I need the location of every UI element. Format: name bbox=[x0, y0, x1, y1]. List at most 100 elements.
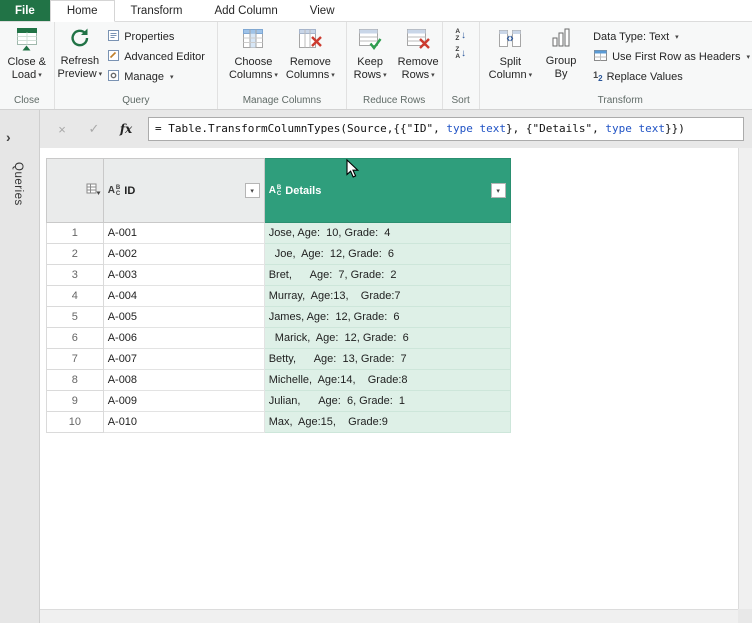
row-number[interactable]: 6 bbox=[46, 327, 104, 349]
cell-details[interactable]: Joe, Age: 12, Grade: 6 bbox=[263, 243, 511, 265]
refresh-preview-button[interactable]: Refresh Preview ▾ bbox=[57, 23, 104, 81]
row-number[interactable]: 9 bbox=[46, 390, 104, 412]
replace-values-icon: 12 bbox=[593, 69, 603, 84]
cell-details[interactable]: Murray, Age:13, Grade:7 bbox=[263, 285, 511, 307]
cell-details[interactable]: Betty, Age: 13, Grade: 7 bbox=[263, 348, 511, 370]
dropdown-caret-icon: ▾ bbox=[675, 33, 679, 41]
row-number[interactable]: 3 bbox=[46, 264, 104, 286]
expand-queries-pane-icon[interactable]: › bbox=[6, 130, 11, 144]
sort-ascending-button[interactable]: AZ ↓ bbox=[455, 28, 466, 42]
cell-id[interactable]: A-003 bbox=[102, 264, 265, 286]
close-load-label: Close & bbox=[7, 56, 47, 68]
row-number[interactable]: 8 bbox=[46, 369, 104, 391]
group-by-button[interactable]: Group By bbox=[539, 23, 583, 80]
column-header-details[interactable]: ABC Details ▾ bbox=[263, 158, 511, 223]
keep-rows-button[interactable]: Keep Rows ▾ bbox=[348, 23, 392, 82]
cell-details[interactable]: Marick, Age: 12, Grade: 6 bbox=[263, 327, 511, 349]
cell-id[interactable]: A-004 bbox=[102, 285, 265, 307]
properties-button[interactable]: Properties bbox=[107, 28, 174, 45]
tab-view[interactable]: View bbox=[294, 0, 351, 21]
table-row: 6 A-006 Marick, Age: 12, Grade: 6 bbox=[46, 327, 511, 349]
tab-home[interactable]: Home bbox=[49, 0, 115, 22]
cell-id[interactable]: A-006 bbox=[102, 327, 265, 349]
choose-columns-icon bbox=[240, 26, 266, 54]
row-number[interactable]: 2 bbox=[46, 243, 104, 265]
cell-id[interactable]: A-007 bbox=[102, 348, 265, 370]
manage-icon bbox=[107, 69, 120, 85]
text-type-icon: ABC bbox=[107, 184, 121, 197]
close-and-load-button[interactable]: Close & Load ▾ bbox=[5, 23, 49, 82]
select-all-corner-button[interactable] bbox=[46, 158, 104, 223]
ribbon: Close & Load ▾ Close Refresh Preview ▾ Prope… bbox=[0, 22, 752, 110]
fx-icon: fx bbox=[119, 122, 133, 136]
tab-add-column[interactable]: Add Column bbox=[198, 0, 293, 21]
data-type-dropdown[interactable]: Data Type: Text ▾ bbox=[593, 28, 679, 45]
group-label-sort: Sort bbox=[451, 95, 470, 106]
ribbon-group-transform: Split Column ▾ Group By Data Type: Text ▾ bbox=[480, 22, 752, 109]
formula-input[interactable]: = Table.TransformColumnTypes(Source,{{"I… bbox=[148, 117, 744, 141]
tab-file[interactable]: File bbox=[0, 0, 50, 21]
group-label-transform: Transform bbox=[597, 95, 643, 106]
tab-transform[interactable]: Transform bbox=[115, 0, 199, 21]
sort-arrow-icon: ↓ bbox=[461, 48, 467, 59]
advanced-editor-button[interactable]: Advanced Editor bbox=[107, 48, 205, 65]
ribbon-group-sort: AZ ↓ ZA ↓ Sort bbox=[443, 22, 480, 109]
cell-id[interactable]: A-010 bbox=[102, 411, 265, 433]
text-type-icon: ABC bbox=[268, 184, 282, 197]
row-number[interactable]: 7 bbox=[46, 348, 104, 370]
queries-pane-label[interactable]: Queries bbox=[12, 162, 24, 206]
close-and-load-icon bbox=[14, 26, 40, 54]
ribbon-group-query: Refresh Preview ▾ Properties Advanced Edit… bbox=[55, 22, 219, 109]
cell-details[interactable]: Michelle, Age:14, Grade:8 bbox=[263, 369, 511, 391]
split-column-button[interactable]: Split Column ▾ bbox=[488, 23, 533, 82]
first-row-headers-icon bbox=[593, 49, 608, 65]
sort-az-icon: AZ bbox=[455, 28, 461, 42]
column-header-id[interactable]: ABC ID ▾ bbox=[102, 158, 265, 223]
table-row: 2 A-002 Joe, Age: 12, Grade: 6 bbox=[46, 243, 511, 265]
table-row: 9 A-009 Julian, Age: 6, Grade: 1 bbox=[46, 390, 511, 412]
discard-formula-icon[interactable]: × bbox=[54, 122, 70, 137]
sort-za-icon: ZA bbox=[455, 46, 461, 60]
cell-id[interactable]: A-001 bbox=[102, 222, 265, 244]
row-number[interactable]: 5 bbox=[46, 306, 104, 328]
refresh-icon bbox=[68, 26, 92, 53]
cell-id[interactable]: A-005 bbox=[102, 306, 265, 328]
manage-button[interactable]: Manage ▾ bbox=[107, 68, 173, 85]
column-name: ID bbox=[124, 184, 136, 197]
cell-details[interactable]: Bret, Age: 7, Grade: 2 bbox=[263, 264, 511, 286]
group-label-manage-columns: Manage Columns bbox=[242, 95, 322, 106]
sort-descending-button[interactable]: ZA ↓ bbox=[455, 46, 467, 60]
table-row: 1 A-001 Jose, Age: 10, Grade: 4 bbox=[46, 222, 511, 244]
choose-columns-button[interactable]: Choose Columns ▾ bbox=[228, 23, 279, 82]
cell-id[interactable]: A-009 bbox=[102, 390, 265, 412]
editor-content: › Queries × ✓ fx = Table.TransformColumn… bbox=[0, 110, 752, 623]
row-number[interactable]: 1 bbox=[46, 222, 104, 244]
preview-canvas: ABC ID ▾ ABC Details ▾ 1 A-001 Jose, Age… bbox=[40, 148, 738, 609]
table-row: 3 A-003 Bret, Age: 7, Grade: 2 bbox=[46, 264, 511, 286]
dropdown-caret-icon: ▾ bbox=[746, 53, 750, 61]
row-number[interactable]: 10 bbox=[46, 411, 104, 433]
queries-pane-collapsed[interactable]: › Queries bbox=[0, 110, 40, 623]
group-label-reduce-rows: Reduce Rows bbox=[363, 95, 426, 106]
replace-values-button[interactable]: 12 Replace Values bbox=[593, 68, 683, 85]
row-number[interactable]: 4 bbox=[46, 285, 104, 307]
cell-details[interactable]: Max, Age:15, Grade:9 bbox=[263, 411, 511, 433]
use-first-row-as-headers-button[interactable]: Use First Row as Headers ▾ bbox=[593, 48, 750, 65]
vertical-scrollbar[interactable] bbox=[738, 148, 752, 609]
commit-formula-icon[interactable]: ✓ bbox=[86, 121, 102, 137]
table-row: 7 A-007 Betty, Age: 13, Grade: 7 bbox=[46, 348, 511, 370]
dropdown-caret-icon: ▾ bbox=[38, 71, 42, 79]
dropdown-caret-icon: ▾ bbox=[274, 71, 278, 79]
horizontal-scrollbar[interactable] bbox=[40, 609, 738, 623]
cell-details[interactable]: James, Age: 12, Grade: 6 bbox=[263, 306, 511, 328]
cell-details[interactable]: Julian, Age: 6, Grade: 1 bbox=[263, 390, 511, 412]
table-menu-icon bbox=[86, 183, 101, 195]
properties-icon bbox=[107, 29, 120, 45]
filter-dropdown-button[interactable]: ▾ bbox=[490, 183, 506, 198]
cell-id[interactable]: A-002 bbox=[102, 243, 265, 265]
remove-rows-button[interactable]: Remove Rows ▾ bbox=[396, 23, 440, 82]
cell-details[interactable]: Jose, Age: 10, Grade: 4 bbox=[263, 222, 511, 244]
cell-id[interactable]: A-008 bbox=[102, 369, 265, 391]
filter-dropdown-button[interactable]: ▾ bbox=[244, 183, 260, 198]
remove-columns-button[interactable]: Remove Columns ▾ bbox=[285, 23, 336, 82]
